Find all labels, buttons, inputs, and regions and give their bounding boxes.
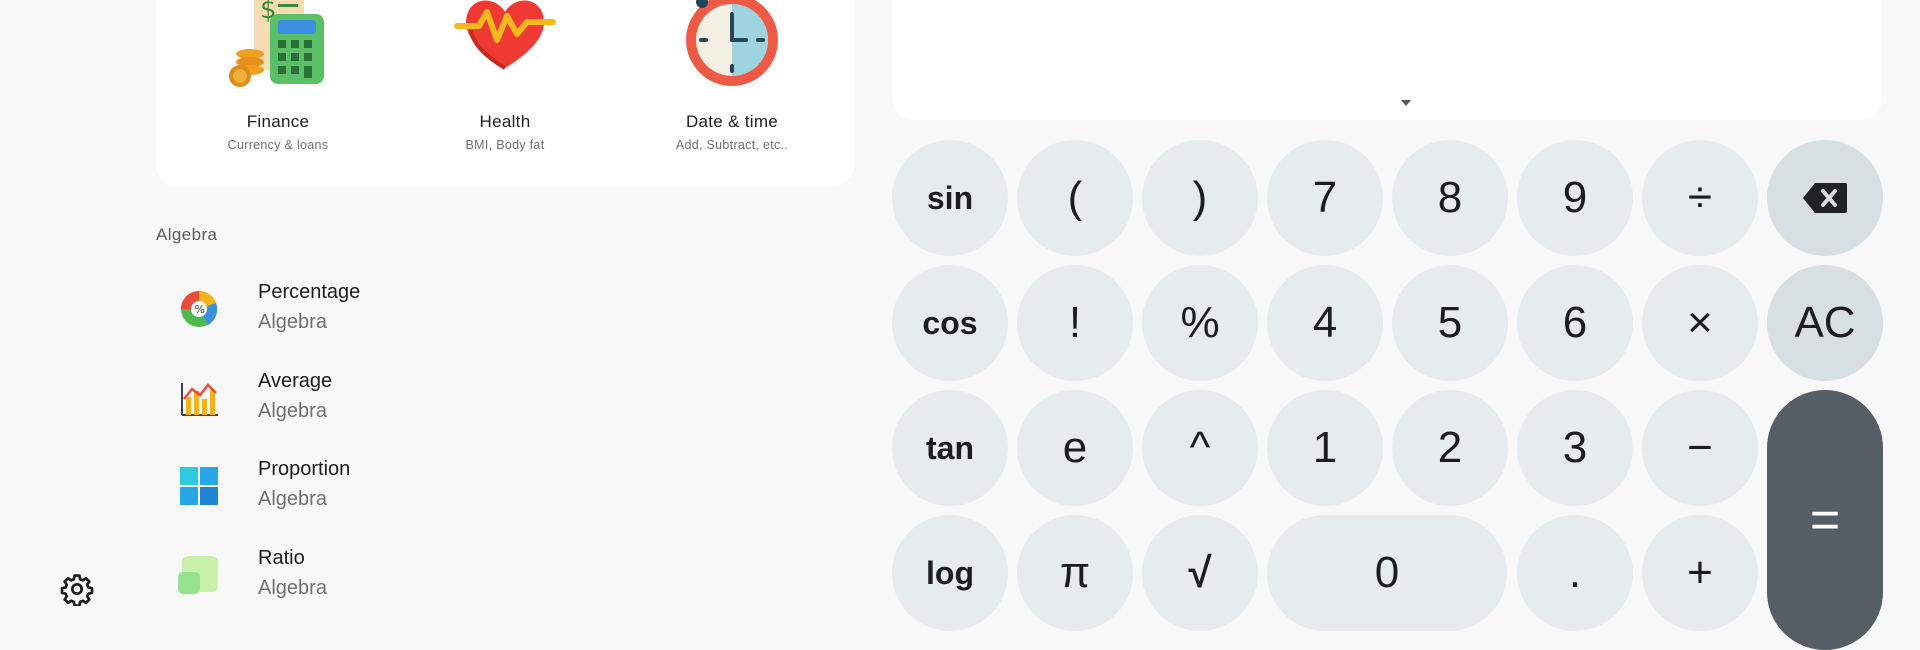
digit-5-button[interactable]: 5	[1392, 265, 1508, 381]
clock-icon	[686, 0, 778, 86]
digit-3-button[interactable]: 3	[1517, 390, 1633, 506]
category-health[interactable]: Health BMI, Body fat	[405, 0, 605, 186]
tool-name: Proportion	[258, 458, 351, 480]
tool-percentage[interactable]: % Percentage Algebra	[156, 266, 854, 354]
tool-name: Ratio	[258, 547, 305, 569]
category-subtitle: Add, Subtract, etc..	[675, 138, 789, 152]
digit-6-button[interactable]: 6	[1517, 265, 1633, 381]
digit-8-button[interactable]: 8	[1392, 140, 1508, 256]
category-subtitle: BMI, Body fat	[465, 138, 545, 152]
category-subtitle: Currency & loans	[227, 138, 329, 152]
backspace-button[interactable]	[1767, 140, 1883, 256]
power-button[interactable]: ^	[1142, 390, 1258, 506]
euler-e-button[interactable]: e	[1017, 390, 1133, 506]
tool-category: Algebra	[258, 400, 327, 422]
category-title: Finance	[246, 112, 310, 131]
all-clear-button[interactable]: AC	[1767, 265, 1883, 381]
plus-button[interactable]: +	[1642, 515, 1758, 631]
pi-button[interactable]: π	[1017, 515, 1133, 631]
divide-button[interactable]: ÷	[1642, 140, 1758, 256]
tool-name: Percentage	[258, 281, 361, 303]
digit-1-button[interactable]: 1	[1267, 390, 1383, 506]
percent-button[interactable]: %	[1142, 265, 1258, 381]
digit-9-button[interactable]: 9	[1517, 140, 1633, 256]
calculator-display	[892, 0, 1882, 120]
sin-button[interactable]: sin	[892, 140, 1008, 256]
percentage-icon: %	[181, 290, 218, 327]
backspace-icon	[1803, 183, 1847, 213]
tool-category: Algebra	[258, 311, 327, 333]
equals-button[interactable]: =	[1767, 390, 1883, 650]
tan-button[interactable]: tan	[892, 390, 1008, 506]
minus-button[interactable]: −	[1642, 390, 1758, 506]
finance-icon: $	[229, 0, 324, 87]
tool-category: Algebra	[258, 577, 327, 599]
tool-name: Average	[258, 370, 333, 392]
average-chart-icon	[181, 383, 218, 416]
heart-icon	[454, 0, 556, 70]
category-card: $ Finance Currency & loans Health BMI, B…	[156, 0, 854, 186]
tool-average[interactable]: Average Algebra	[156, 355, 854, 443]
factorial-button[interactable]: !	[1017, 265, 1133, 381]
category-date-time[interactable]: Date & time Add, Subtract, etc..	[632, 0, 832, 186]
tool-category: Algebra	[258, 488, 327, 510]
decimal-point-button[interactable]: .	[1517, 515, 1633, 631]
ratio-squares-icon	[178, 556, 218, 594]
tool-proportion[interactable]: Proportion Algebra	[156, 443, 854, 531]
section-label-algebra: Algebra	[156, 225, 218, 244]
close-paren-button[interactable]: )	[1142, 140, 1258, 256]
svg-text:%: %	[195, 303, 205, 316]
digit-0-button[interactable]: 0	[1267, 515, 1507, 631]
multiply-button[interactable]: ×	[1642, 265, 1758, 381]
expand-history-caret-icon[interactable]	[1398, 96, 1414, 108]
square-root-button[interactable]: √	[1142, 515, 1258, 631]
open-paren-button[interactable]: (	[1017, 140, 1133, 256]
tool-ratio[interactable]: Ratio Algebra	[156, 532, 854, 620]
category-finance[interactable]: $ Finance Currency & loans	[178, 0, 378, 186]
log-button[interactable]: log	[892, 515, 1008, 631]
digit-7-button[interactable]: 7	[1267, 140, 1383, 256]
settings-gear-icon[interactable]	[60, 572, 94, 606]
digit-2-button[interactable]: 2	[1392, 390, 1508, 506]
digit-4-button[interactable]: 4	[1267, 265, 1383, 381]
category-title: Health	[479, 112, 531, 131]
category-title: Date & time	[685, 112, 779, 131]
cos-button[interactable]: cos	[892, 265, 1008, 381]
proportion-grid-icon	[180, 467, 218, 505]
